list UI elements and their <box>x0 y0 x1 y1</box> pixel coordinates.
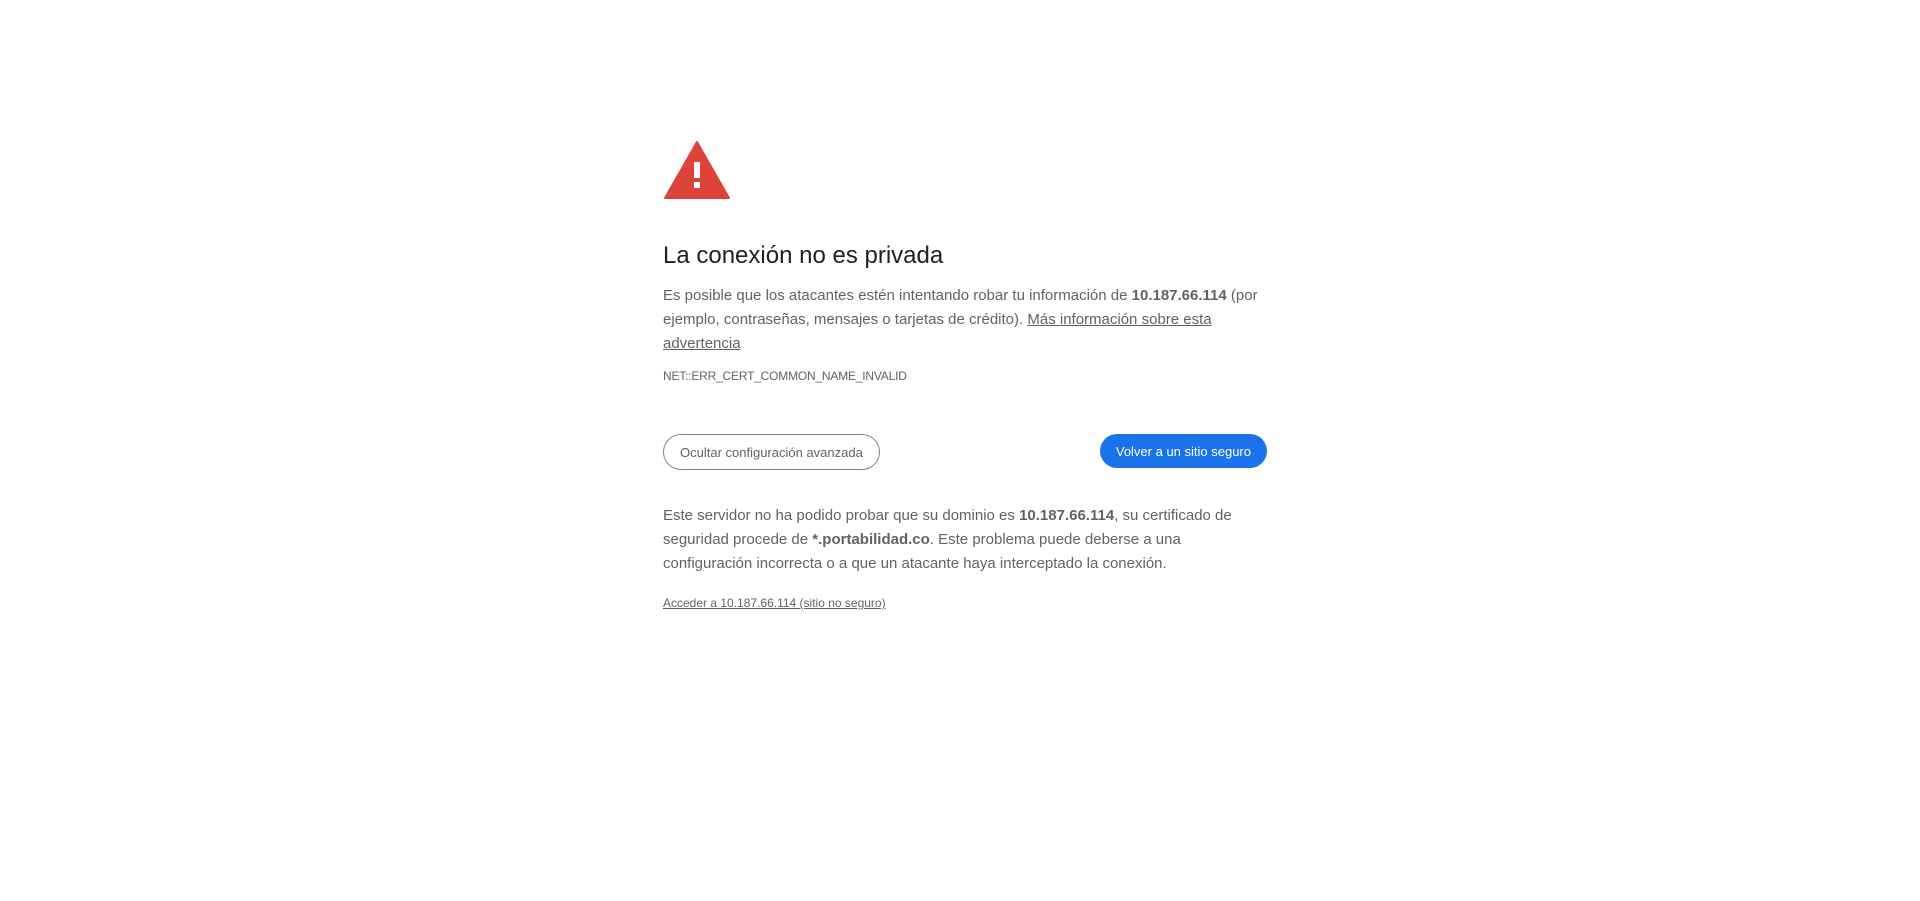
details-host: 10.187.66.114 <box>1019 507 1115 524</box>
page-title: La conexión no es privada <box>663 242 944 269</box>
explanation-text: Es posible que los atacantes estén inten… <box>663 287 1132 304</box>
cert-domain: *.portabilidad.co <box>812 531 930 548</box>
warning-triangle-icon <box>664 141 730 199</box>
interstitial-wrapper: La conexión no es privada Es posible que… <box>663 140 1267 612</box>
button-row: Ocultar configuración avanzada Volver a … <box>663 434 1267 470</box>
host-name: 10.187.66.114 <box>1131 287 1227 304</box>
error-code: NET::ERR_CERT_COMMON_NAME_INVALID <box>663 369 907 383</box>
back-to-safety-button[interactable]: Volver a un sitio seguro <box>1099 434 1267 468</box>
main-explanation: Es posible que los atacantes estén inten… <box>663 284 1267 356</box>
advanced-details: Este servidor no ha podido probar que su… <box>663 504 1267 576</box>
hide-advanced-button[interactable]: Ocultar configuración avanzada <box>663 434 880 470</box>
details-text: Este servidor no ha podido probar que su… <box>663 507 1020 524</box>
proceed-unsafe-link[interactable]: Acceder a 10.187.66.114 (sitio no seguro… <box>663 596 886 610</box>
